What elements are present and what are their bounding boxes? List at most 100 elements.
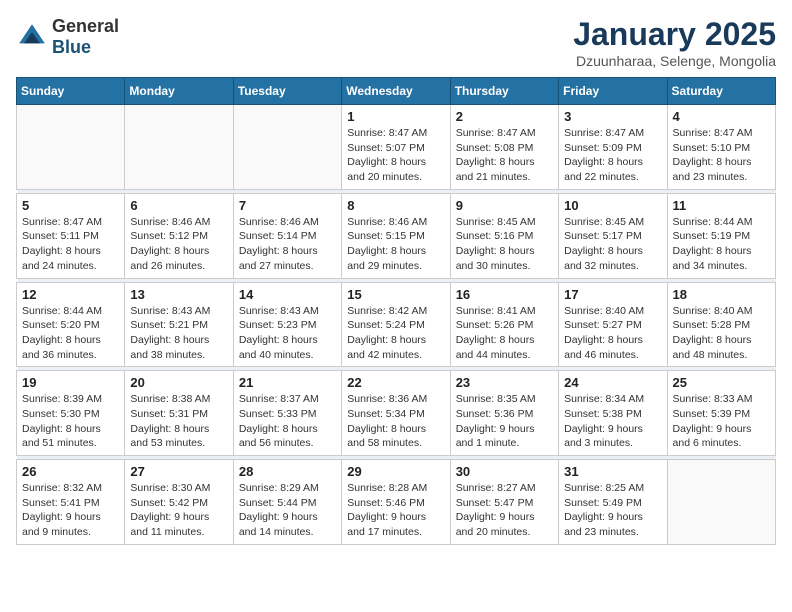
day-number: 12 bbox=[22, 287, 119, 302]
day-number: 3 bbox=[564, 109, 661, 124]
calendar-week-4: 19 Sunrise: 8:39 AM Sunset: 5:30 PM Dayli… bbox=[17, 371, 776, 456]
calendar-week-3: 12 Sunrise: 8:44 AM Sunset: 5:20 PM Dayli… bbox=[17, 282, 776, 367]
logo-blue: Blue bbox=[52, 37, 91, 57]
day-info: Sunrise: 8:42 AM Sunset: 5:24 PM Dayligh… bbox=[347, 304, 444, 363]
day-info: Sunrise: 8:41 AM Sunset: 5:26 PM Dayligh… bbox=[456, 304, 553, 363]
day-info: Sunrise: 8:40 AM Sunset: 5:27 PM Dayligh… bbox=[564, 304, 661, 363]
day-number: 18 bbox=[673, 287, 770, 302]
calendar-cell-4-2: 28 Sunrise: 8:29 AM Sunset: 5:44 PM Dayli… bbox=[233, 460, 341, 545]
calendar-cell-2-4: 16 Sunrise: 8:41 AM Sunset: 5:26 PM Dayli… bbox=[450, 282, 558, 367]
day-number: 8 bbox=[347, 198, 444, 213]
calendar-cell-4-4: 30 Sunrise: 8:27 AM Sunset: 5:47 PM Dayli… bbox=[450, 460, 558, 545]
calendar-cell-0-4: 2 Sunrise: 8:47 AM Sunset: 5:08 PM Daylig… bbox=[450, 105, 558, 190]
day-number: 14 bbox=[239, 287, 336, 302]
header-friday: Friday bbox=[559, 78, 667, 105]
day-info: Sunrise: 8:37 AM Sunset: 5:33 PM Dayligh… bbox=[239, 392, 336, 451]
calendar-cell-2-2: 14Sunrise: 8:43 AM Sunset: 5:23 PM Dayli… bbox=[233, 282, 341, 367]
calendar-cell-2-3: 15 Sunrise: 8:42 AM Sunset: 5:24 PM Dayli… bbox=[342, 282, 450, 367]
calendar-cell-1-5: 10 Sunrise: 8:45 AM Sunset: 5:17 PM Dayli… bbox=[559, 193, 667, 278]
day-number: 7 bbox=[239, 198, 336, 213]
calendar-cell-0-3: 1 Sunrise: 8:47 AM Sunset: 5:07 PM Daylig… bbox=[342, 105, 450, 190]
day-info: Sunrise: 8:44 AM Sunset: 5:20 PM Dayligh… bbox=[22, 304, 119, 363]
day-info: Sunrise: 8:39 AM Sunset: 5:30 PM Dayligh… bbox=[22, 392, 119, 451]
calendar-cell-1-2: 7 Sunrise: 8:46 AM Sunset: 5:14 PM Daylig… bbox=[233, 193, 341, 278]
day-number: 30 bbox=[456, 464, 553, 479]
calendar-cell-3-2: 21 Sunrise: 8:37 AM Sunset: 5:33 PM Dayli… bbox=[233, 371, 341, 456]
calendar-cell-0-5: 3 Sunrise: 8:47 AM Sunset: 5:09 PM Daylig… bbox=[559, 105, 667, 190]
header-sunday: Sunday bbox=[17, 78, 125, 105]
title-section: January 2025 Dzuunharaa, Selenge, Mongol… bbox=[573, 16, 776, 69]
day-number: 23 bbox=[456, 375, 553, 390]
day-info: Sunrise: 8:27 AM Sunset: 5:47 PM Dayligh… bbox=[456, 481, 553, 540]
calendar-cell-2-0: 12 Sunrise: 8:44 AM Sunset: 5:20 PM Dayli… bbox=[17, 282, 125, 367]
day-number: 11 bbox=[673, 198, 770, 213]
calendar-cell-4-3: 29 Sunrise: 8:28 AM Sunset: 5:46 PM Dayli… bbox=[342, 460, 450, 545]
day-number: 1 bbox=[347, 109, 444, 124]
calendar-header-row: Sunday Monday Tuesday Wednesday Thursday… bbox=[17, 78, 776, 105]
day-info: Sunrise: 8:46 AM Sunset: 5:15 PM Dayligh… bbox=[347, 215, 444, 274]
day-number: 27 bbox=[130, 464, 227, 479]
calendar-cell-4-0: 26 Sunrise: 8:32 AM Sunset: 5:41 PM Dayli… bbox=[17, 460, 125, 545]
calendar-cell-0-2 bbox=[233, 105, 341, 190]
day-number: 24 bbox=[564, 375, 661, 390]
day-number: 21 bbox=[239, 375, 336, 390]
calendar-cell-4-5: 31Sunrise: 8:25 AM Sunset: 5:49 PM Dayli… bbox=[559, 460, 667, 545]
day-info: Sunrise: 8:47 AM Sunset: 5:09 PM Dayligh… bbox=[564, 126, 661, 185]
calendar-cell-1-6: 11Sunrise: 8:44 AM Sunset: 5:19 PM Dayli… bbox=[667, 193, 775, 278]
day-info: Sunrise: 8:29 AM Sunset: 5:44 PM Dayligh… bbox=[239, 481, 336, 540]
day-info: Sunrise: 8:38 AM Sunset: 5:31 PM Dayligh… bbox=[130, 392, 227, 451]
day-number: 20 bbox=[130, 375, 227, 390]
calendar-cell-2-6: 18Sunrise: 8:40 AM Sunset: 5:28 PM Dayli… bbox=[667, 282, 775, 367]
calendar-cell-3-3: 22Sunrise: 8:36 AM Sunset: 5:34 PM Dayli… bbox=[342, 371, 450, 456]
day-info: Sunrise: 8:43 AM Sunset: 5:21 PM Dayligh… bbox=[130, 304, 227, 363]
day-info: Sunrise: 8:36 AM Sunset: 5:34 PM Dayligh… bbox=[347, 392, 444, 451]
day-number: 9 bbox=[456, 198, 553, 213]
calendar-week-1: 1 Sunrise: 8:47 AM Sunset: 5:07 PM Daylig… bbox=[17, 105, 776, 190]
day-number: 19 bbox=[22, 375, 119, 390]
day-info: Sunrise: 8:47 AM Sunset: 5:07 PM Dayligh… bbox=[347, 126, 444, 185]
day-number: 26 bbox=[22, 464, 119, 479]
day-info: Sunrise: 8:25 AM Sunset: 5:49 PM Dayligh… bbox=[564, 481, 661, 540]
calendar-cell-1-0: 5Sunrise: 8:47 AM Sunset: 5:11 PM Daylig… bbox=[17, 193, 125, 278]
header-tuesday: Tuesday bbox=[233, 78, 341, 105]
day-info: Sunrise: 8:45 AM Sunset: 5:17 PM Dayligh… bbox=[564, 215, 661, 274]
calendar-cell-3-0: 19 Sunrise: 8:39 AM Sunset: 5:30 PM Dayli… bbox=[17, 371, 125, 456]
calendar-week-5: 26 Sunrise: 8:32 AM Sunset: 5:41 PM Dayli… bbox=[17, 460, 776, 545]
calendar-cell-3-1: 20 Sunrise: 8:38 AM Sunset: 5:31 PM Dayli… bbox=[125, 371, 233, 456]
day-info: Sunrise: 8:46 AM Sunset: 5:12 PM Dayligh… bbox=[130, 215, 227, 274]
calendar-cell-2-5: 17 Sunrise: 8:40 AM Sunset: 5:27 PM Dayli… bbox=[559, 282, 667, 367]
header-saturday: Saturday bbox=[667, 78, 775, 105]
day-number: 13 bbox=[130, 287, 227, 302]
day-number: 28 bbox=[239, 464, 336, 479]
day-info: Sunrise: 8:32 AM Sunset: 5:41 PM Dayligh… bbox=[22, 481, 119, 540]
calendar-cell-1-4: 9 Sunrise: 8:45 AM Sunset: 5:16 PM Daylig… bbox=[450, 193, 558, 278]
day-number: 2 bbox=[456, 109, 553, 124]
day-info: Sunrise: 8:45 AM Sunset: 5:16 PM Dayligh… bbox=[456, 215, 553, 274]
day-info: Sunrise: 8:35 AM Sunset: 5:36 PM Dayligh… bbox=[456, 392, 553, 451]
day-info: Sunrise: 8:47 AM Sunset: 5:08 PM Dayligh… bbox=[456, 126, 553, 185]
day-number: 29 bbox=[347, 464, 444, 479]
day-info: Sunrise: 8:33 AM Sunset: 5:39 PM Dayligh… bbox=[673, 392, 770, 451]
day-info: Sunrise: 8:30 AM Sunset: 5:42 PM Dayligh… bbox=[130, 481, 227, 540]
day-number: 4 bbox=[673, 109, 770, 124]
calendar-cell-1-1: 6Sunrise: 8:46 AM Sunset: 5:12 PM Daylig… bbox=[125, 193, 233, 278]
day-info: Sunrise: 8:47 AM Sunset: 5:10 PM Dayligh… bbox=[673, 126, 770, 185]
calendar-cell-3-6: 25Sunrise: 8:33 AM Sunset: 5:39 PM Dayli… bbox=[667, 371, 775, 456]
calendar-week-2: 5Sunrise: 8:47 AM Sunset: 5:11 PM Daylig… bbox=[17, 193, 776, 278]
day-info: Sunrise: 8:28 AM Sunset: 5:46 PM Dayligh… bbox=[347, 481, 444, 540]
month-title: January 2025 bbox=[573, 16, 776, 53]
header-monday: Monday bbox=[125, 78, 233, 105]
calendar-cell-1-3: 8 Sunrise: 8:46 AM Sunset: 5:15 PM Daylig… bbox=[342, 193, 450, 278]
calendar-cell-0-6: 4 Sunrise: 8:47 AM Sunset: 5:10 PM Daylig… bbox=[667, 105, 775, 190]
day-number: 17 bbox=[564, 287, 661, 302]
day-number: 10 bbox=[564, 198, 661, 213]
page-header: General Blue January 2025 Dzuunharaa, Se… bbox=[16, 16, 776, 69]
calendar-cell-4-1: 27 Sunrise: 8:30 AM Sunset: 5:42 PM Dayli… bbox=[125, 460, 233, 545]
calendar-cell-0-0 bbox=[17, 105, 125, 190]
day-info: Sunrise: 8:46 AM Sunset: 5:14 PM Dayligh… bbox=[239, 215, 336, 274]
day-number: 16 bbox=[456, 287, 553, 302]
calendar-cell-2-1: 13 Sunrise: 8:43 AM Sunset: 5:21 PM Dayli… bbox=[125, 282, 233, 367]
day-number: 15 bbox=[347, 287, 444, 302]
logo-icon bbox=[16, 21, 48, 53]
calendar-table: Sunday Monday Tuesday Wednesday Thursday… bbox=[16, 77, 776, 545]
